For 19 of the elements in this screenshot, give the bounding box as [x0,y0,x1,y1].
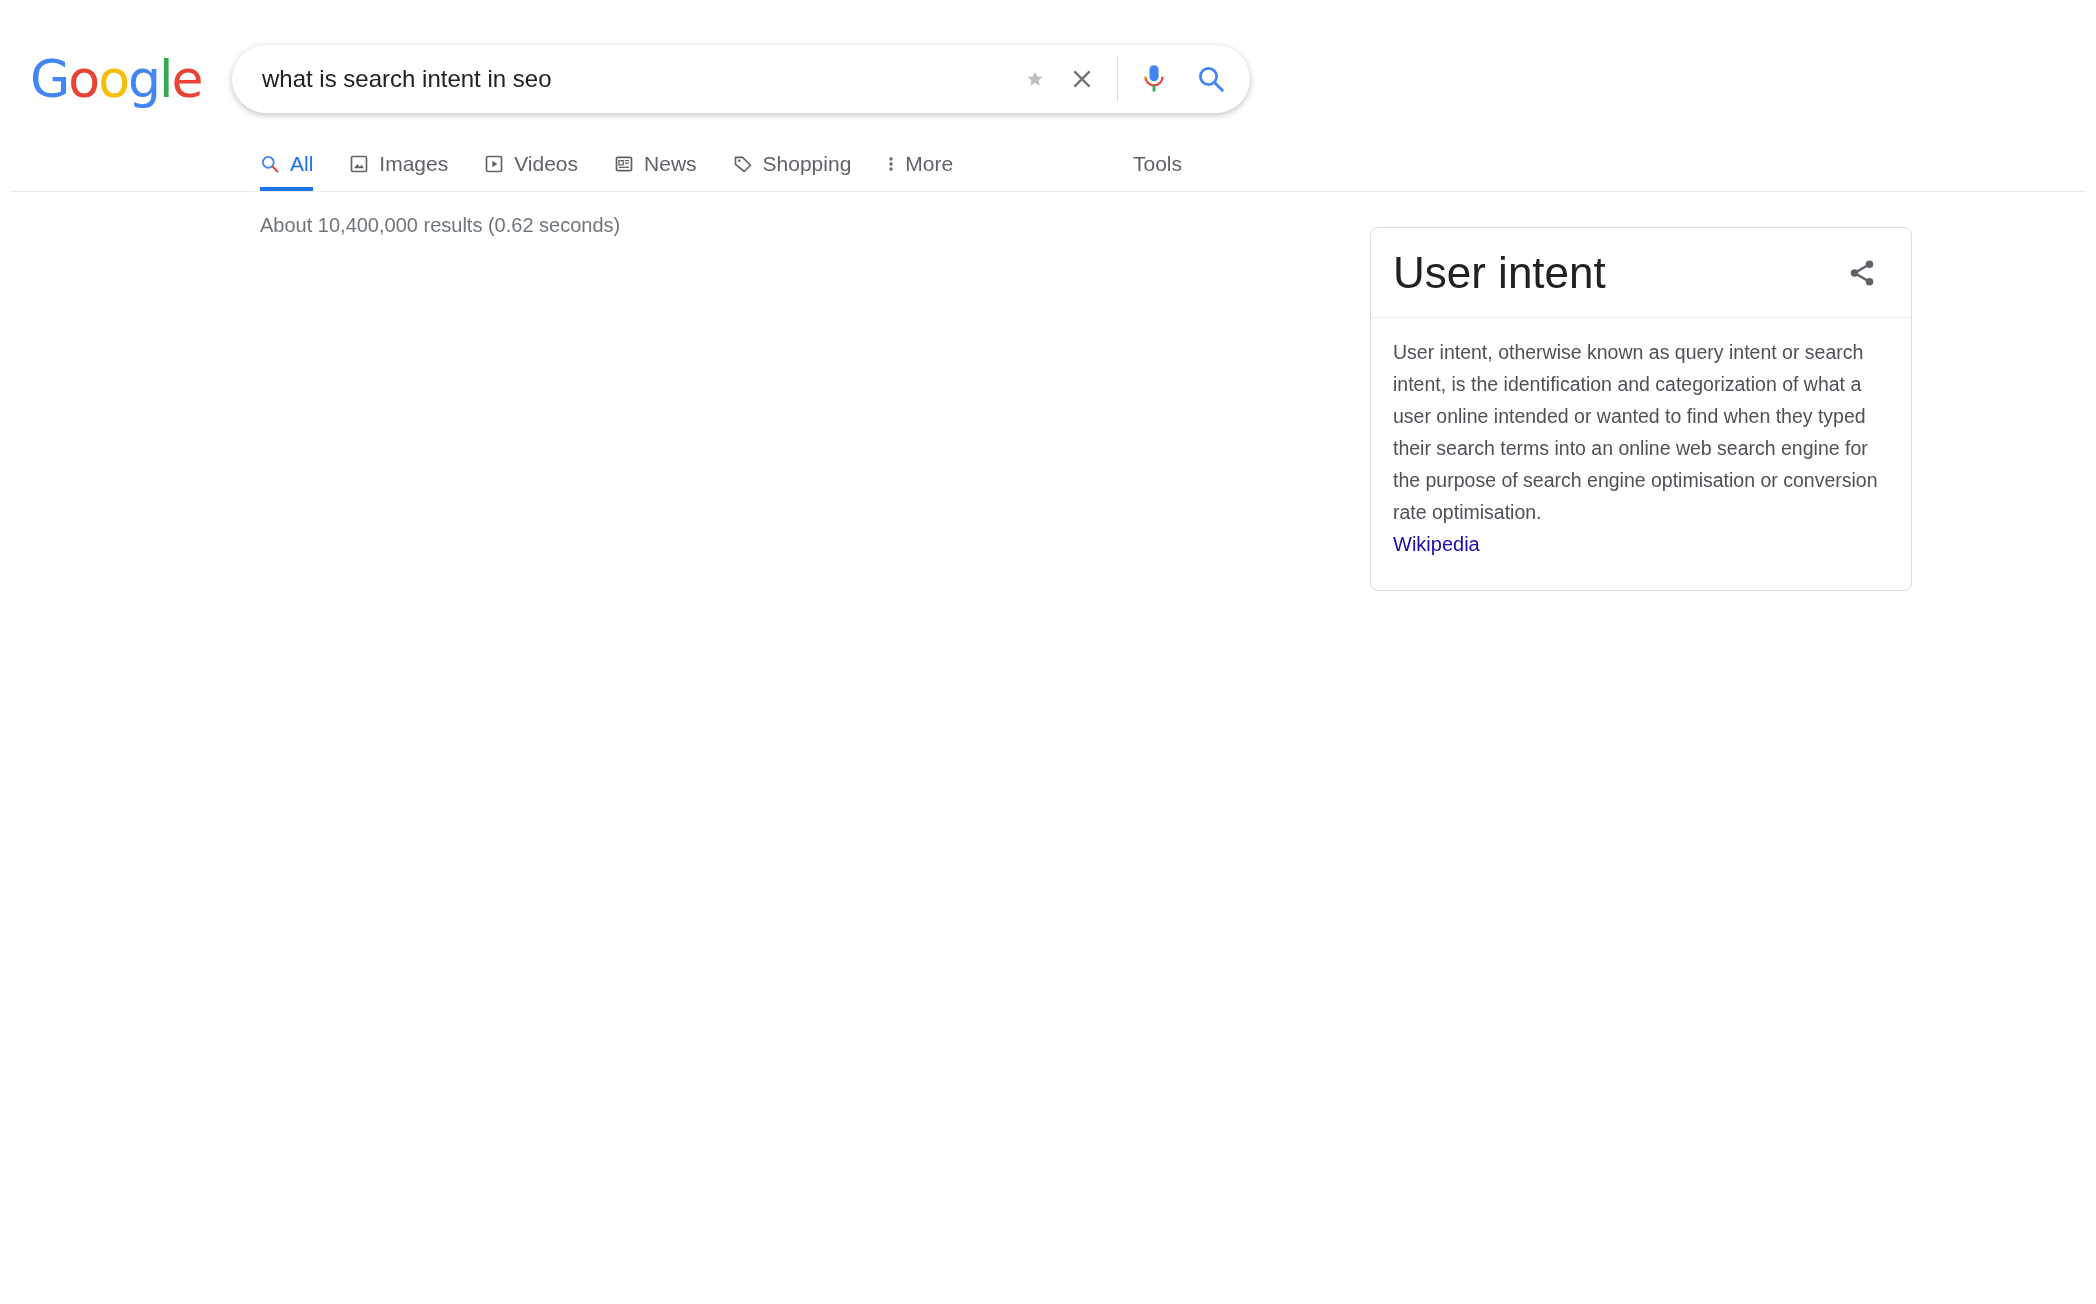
nav-tab[interactable]: All [260,145,314,191]
panel-description: User intent, otherwise known as query intent or search intent, is the identification and categorization of what a user online intended or wanted to find when they typed their search terms into an online web search engine for the purpose of search engine optimisation or conversion rate optimisation. [1393,340,1879,525]
nav-tab[interactable]: Images [349,145,449,191]
nav-tab[interactable]: News [614,145,697,191]
panel-title: User intent [1393,246,1606,299]
tag-icon [732,154,753,174]
newspaper-icon [614,154,635,174]
search-icon [260,154,280,174]
play-icon [484,154,505,174]
nav-tab[interactable]: More [887,145,954,191]
search-input[interactable]: what is search intent in seo [262,61,1025,97]
search-field[interactable]: what is search intent in seo [232,45,1250,113]
search-icon[interactable] [1196,64,1226,94]
image-icon [349,154,370,174]
result-stats: About 10,400,000 results (0.62 seconds) [260,213,622,238]
nav-tab[interactable]: Videos [484,145,579,191]
nav-tab[interactable]: Shopping [732,145,852,191]
wikipedia-link[interactable]: Wikipedia [1393,533,1480,555]
tools-button[interactable]: Tools [1132,145,1182,191]
